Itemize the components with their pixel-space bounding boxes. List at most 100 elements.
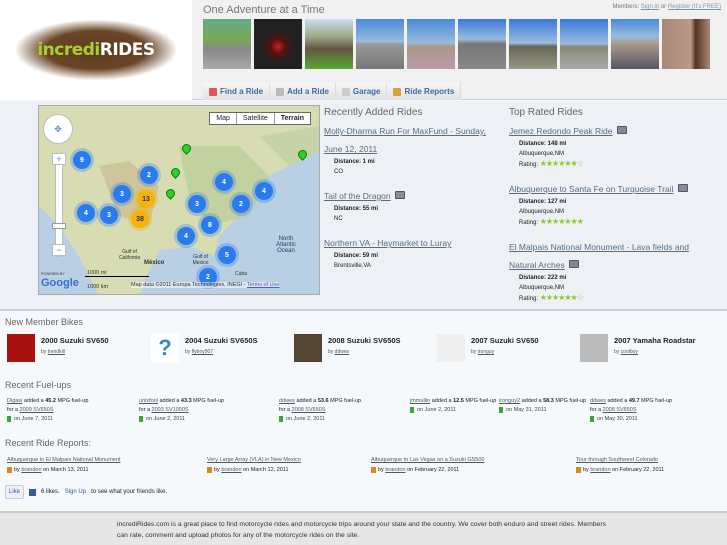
user-link[interactable]: brandon bbox=[590, 467, 610, 473]
bike-link[interactable]: 2008 SV650S bbox=[603, 407, 637, 413]
report-link[interactable]: Albuquerque to El Malpais National Monum… bbox=[7, 457, 120, 463]
bike-photo[interactable] bbox=[294, 334, 322, 362]
map-cluster[interactable]: 3 bbox=[113, 185, 131, 203]
ride-rating: Rating: ★★★★★★☆ bbox=[509, 159, 689, 170]
map-cluster[interactable]: 8 bbox=[201, 216, 219, 234]
bike-link[interactable]: 2003 SV1000S bbox=[152, 407, 189, 413]
ride-location: Brentsville,VA bbox=[334, 263, 371, 269]
ride-photo[interactable] bbox=[611, 19, 659, 69]
map-type-terrain[interactable]: Terrain bbox=[273, 113, 310, 124]
ride-photo[interactable] bbox=[305, 19, 353, 69]
report-date: on February 22, 2011 bbox=[407, 467, 460, 473]
map-cluster[interactable]: 13 bbox=[137, 190, 155, 208]
user-link[interactable]: trendkill bbox=[48, 349, 65, 355]
ride-photo[interactable] bbox=[458, 19, 506, 69]
report-icon bbox=[576, 466, 581, 473]
like-button[interactable]: Like bbox=[5, 485, 25, 499]
map-cluster[interactable]: 3 bbox=[100, 206, 118, 224]
register-link[interactable]: Register (It's FREE) bbox=[668, 4, 721, 10]
map-type-satellite[interactable]: Satellite bbox=[235, 113, 274, 124]
report-link[interactable]: Albuquerque to Las Vegas on a Suzuki GS5… bbox=[371, 457, 484, 463]
report-link[interactable]: Tour through Southwest Colorado bbox=[576, 457, 658, 463]
map-cluster[interactable]: 2 bbox=[232, 195, 250, 213]
user-link[interactable]: jmmullin bbox=[410, 398, 430, 404]
user-link[interactable]: ironguy bbox=[478, 349, 494, 355]
nav-find-a-ride[interactable]: Find a Ride bbox=[203, 83, 271, 100]
bike-name[interactable]: 2007 Suzuki SV650 bbox=[471, 336, 539, 345]
map-cluster[interactable]: 4 bbox=[215, 173, 233, 191]
logo[interactable]: incredi RIDES bbox=[0, 0, 192, 100]
user-link[interactable]: coolboy bbox=[621, 349, 638, 355]
ride-link[interactable]: Molly-Dharma Run For MaxFund - Sunday, J… bbox=[324, 126, 486, 154]
ride-link[interactable]: Jemez Redondo Peak Ride bbox=[509, 126, 612, 136]
user-link[interactable]: ironguy2 bbox=[499, 398, 520, 404]
fuel-up-item: unixfool added a 43.3 MPG fuel-up for a … bbox=[139, 397, 227, 424]
scale-mi: 1000 mi bbox=[85, 270, 149, 277]
bike-name[interactable]: 2004 Suzuki SV650S bbox=[185, 336, 258, 345]
zoom-out-button[interactable]: − bbox=[52, 244, 66, 256]
nav-add-a-ride[interactable]: Add a Ride bbox=[270, 83, 336, 100]
map-type-map[interactable]: Map bbox=[210, 113, 236, 124]
pan-control[interactable]: ✥ bbox=[43, 114, 73, 144]
map-cluster[interactable]: 2 bbox=[140, 166, 158, 184]
nav-ride-reports[interactable]: Ride Reports bbox=[387, 83, 462, 100]
user-link[interactable]: ddwes bbox=[335, 349, 349, 355]
report-icon bbox=[7, 466, 12, 473]
map-cluster[interactable]: 4 bbox=[177, 227, 195, 245]
ride-map[interactable]: Map Satellite Terrain ✥ + − 9 2 3 13 4 3… bbox=[38, 105, 320, 295]
bike-link[interactable]: 2009 SV650S bbox=[20, 407, 54, 413]
user-link[interactable]: Digasi bbox=[7, 398, 22, 404]
map-cluster[interactable]: 4 bbox=[77, 204, 95, 222]
ride-photo[interactable] bbox=[356, 19, 404, 69]
zoom-slider[interactable] bbox=[55, 153, 63, 257]
bike-name[interactable]: 2007 Yamaha Roadstar bbox=[614, 336, 696, 345]
report-link[interactable]: Very Large Array (VLA) in New Mexico bbox=[207, 457, 301, 463]
map-cluster[interactable]: 9 bbox=[73, 151, 91, 169]
ride-link[interactable]: El Malpais National Monument - Lava fiel… bbox=[509, 242, 689, 270]
sign-in-link[interactable]: Sign in bbox=[641, 4, 659, 10]
main-nav: Find a Ride Add a Ride Garage Ride Repor… bbox=[203, 83, 462, 100]
map-cluster[interactable]: 38 bbox=[131, 210, 149, 228]
by-text: by bbox=[583, 467, 589, 473]
bike-photo[interactable] bbox=[580, 334, 608, 362]
user-link[interactable]: brandon bbox=[385, 467, 405, 473]
nav-garage[interactable]: Garage bbox=[336, 83, 388, 100]
bike-name[interactable]: 2008 Suzuki SV650S bbox=[328, 336, 401, 345]
ride-rating: Rating: ★★★★★★★ bbox=[509, 217, 689, 228]
fuel-text: added a bbox=[521, 398, 542, 404]
ride-link[interactable]: Northern VA - Haymarket to Luray bbox=[324, 238, 451, 248]
user-link[interactable]: unixfool bbox=[139, 398, 158, 404]
bike-link[interactable]: 2008 SV650S bbox=[292, 407, 326, 413]
bike-photo[interactable] bbox=[437, 334, 465, 362]
signup-link[interactable]: Sign Up bbox=[65, 489, 86, 495]
ride-photo[interactable] bbox=[560, 19, 608, 69]
gas-pump-icon bbox=[279, 415, 283, 422]
terms-link[interactable]: Terms of Use bbox=[247, 282, 279, 288]
user-link[interactable]: ddwes bbox=[279, 398, 295, 404]
by-text: by bbox=[614, 349, 620, 355]
user-link[interactable]: brandon bbox=[221, 467, 241, 473]
map-cluster[interactable]: 5 bbox=[218, 246, 236, 264]
ride-link[interactable]: Tail of the Dragon bbox=[324, 191, 391, 201]
google-logo[interactable]: Google bbox=[41, 277, 79, 289]
map-cluster[interactable]: 3 bbox=[188, 195, 206, 213]
user-link[interactable]: brandon bbox=[21, 467, 41, 473]
ride-photo[interactable] bbox=[509, 19, 557, 69]
bike-photo[interactable] bbox=[7, 334, 35, 362]
zoom-handle[interactable] bbox=[52, 223, 66, 229]
gas-pump-icon bbox=[139, 415, 143, 422]
user-link[interactable]: ddwes bbox=[590, 398, 606, 404]
ride-link[interactable]: Albuquerque to Santa Fe on Turquoise Tra… bbox=[509, 184, 673, 194]
ride-photo[interactable] bbox=[203, 19, 251, 69]
ride-photo[interactable] bbox=[662, 19, 710, 69]
ride-distance: Distance: 59 mi bbox=[324, 251, 499, 261]
zoom-in-button[interactable]: + bbox=[52, 153, 66, 165]
map-cluster[interactable]: 4 bbox=[255, 182, 273, 200]
bike-photo[interactable]: ? bbox=[151, 334, 179, 362]
user-link[interactable]: flyboy907 bbox=[192, 349, 213, 355]
recent-rides: Recently Added Rides Molly-Dharma Run Fo… bbox=[324, 107, 499, 280]
bike-name[interactable]: 2000 Suzuki SV650 bbox=[41, 336, 109, 345]
ride-photo[interactable] bbox=[254, 19, 302, 69]
ride-photo[interactable] bbox=[407, 19, 455, 69]
fuel-text: added a bbox=[159, 398, 180, 404]
